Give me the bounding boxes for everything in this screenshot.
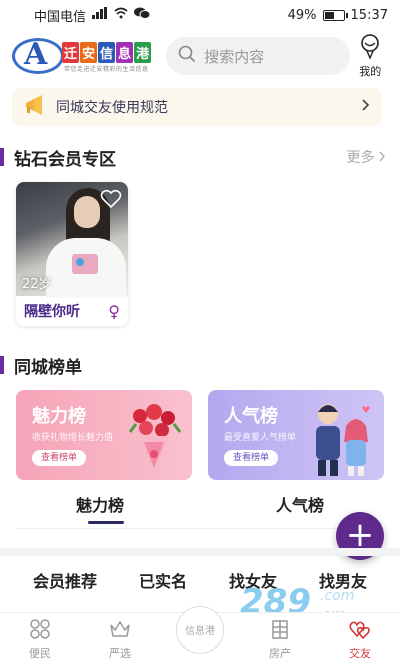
heart-icon[interactable]: [100, 188, 122, 210]
wechat-icon: [134, 7, 151, 23]
carrier-label: 中国电信: [34, 9, 87, 25]
bouquet-icon: [126, 402, 182, 476]
nav-label: 严选: [109, 647, 131, 660]
member-age: 22岁: [22, 277, 52, 292]
member-photo: 22岁: [16, 182, 128, 298]
grid-icon: [29, 618, 51, 645]
search-icon: [178, 45, 196, 67]
logo-brand: 迁安信息港: [62, 42, 152, 63]
charm-rank-title: 魅力榜: [32, 406, 86, 427]
ranking-section-title: 同城榜单: [14, 357, 82, 378]
top-header: A 迁安信息港 带您走进迁安精彩的生活信息 搜索内容 我的: [0, 30, 400, 82]
female-icon: ♀: [108, 301, 120, 321]
nav-label: 交友: [349, 647, 371, 660]
mine-label: 我的: [359, 64, 382, 78]
crown-icon: [109, 618, 131, 645]
wifi-icon: [114, 7, 128, 23]
charm-view-button[interactable]: 查看榜单: [32, 450, 86, 466]
battery-percent: 49%: [287, 7, 317, 23]
nav-label: 便民: [29, 647, 51, 660]
charm-rank-card[interactable]: 魅力榜 收获礼物增长魅力值 查看榜单: [16, 390, 192, 480]
battery-icon: [322, 9, 348, 21]
nav-convenience[interactable]: 便民: [5, 618, 75, 661]
status-right: 49% 15:37: [288, 8, 388, 23]
charm-rank-subtitle: 收获礼物增长魅力值: [32, 433, 114, 443]
search-placeholder: 搜索内容: [204, 47, 265, 66]
nav-real-estate[interactable]: 房产: [245, 618, 315, 661]
section-accent-bar: [0, 148, 4, 166]
status-bar: 中国电信 49% 15:37: [0, 0, 400, 30]
popularity-rank-card[interactable]: 人气榜 最受喜爱人气榜单 查看榜单: [208, 390, 384, 480]
logo-tagline: 带您走进迁安精彩的生活信息: [64, 66, 149, 73]
popularity-rank-subtitle: 最受喜爱人气榜单: [224, 433, 297, 443]
diamond-section-header: 钻石会员专区 更多: [0, 144, 400, 170]
mine-button[interactable]: 我的: [350, 33, 390, 79]
signal-icon: [92, 7, 108, 23]
more-link[interactable]: 更多: [347, 147, 386, 167]
nav-selection[interactable]: 严选: [85, 618, 155, 661]
tab-charm-rank[interactable]: 魅力榜: [0, 492, 200, 528]
clock: 15:37: [350, 7, 388, 23]
megaphone-icon: [24, 95, 46, 119]
hearts-icon: [349, 618, 371, 645]
bottom-navigation: 便民 严选 信息港 房产 交友: [0, 605, 400, 666]
info-port-icon: 信息港: [176, 605, 224, 654]
section-accent-bar: [0, 356, 4, 374]
divider: [16, 528, 384, 529]
chevron-right-icon: [362, 99, 370, 115]
building-icon: [269, 618, 291, 645]
app-screen: 中国电信 49% 15:37 A 迁安信息港 带您走进迁安精彩的生活信息 搜索内…: [0, 0, 400, 666]
tab-member-recommend[interactable]: 会员推荐: [33, 568, 97, 604]
profile-icon: [358, 33, 382, 63]
search-input[interactable]: 搜索内容: [166, 37, 351, 75]
tab-verified[interactable]: 已实名: [139, 568, 187, 604]
status-left: 中国电信: [34, 6, 151, 25]
nav-label: 房产: [269, 647, 291, 660]
popularity-rank-title: 人气榜: [224, 406, 278, 427]
nav-dating[interactable]: 交友: [325, 618, 395, 661]
nav-info-port[interactable]: 信息港: [165, 605, 235, 654]
member-card[interactable]: 22岁 隔壁你听 ♀: [16, 182, 128, 326]
ranking-section-header: 同城榜单: [0, 352, 400, 378]
popularity-view-button[interactable]: 查看榜单: [224, 450, 278, 466]
app-logo[interactable]: A 迁安信息港 带您走进迁安精彩的生活信息: [10, 34, 158, 78]
couple-illustration-icon: [306, 398, 376, 478]
diamond-section-title: 钻石会员专区: [14, 149, 116, 170]
member-info: 隔壁你听 ♀: [16, 296, 128, 326]
rules-banner[interactable]: 同城交友使用规范: [12, 88, 382, 126]
section-gap: [0, 548, 400, 556]
rules-banner-label: 同城交友使用规范: [56, 100, 168, 116]
member-name: 隔壁你听: [24, 304, 80, 320]
